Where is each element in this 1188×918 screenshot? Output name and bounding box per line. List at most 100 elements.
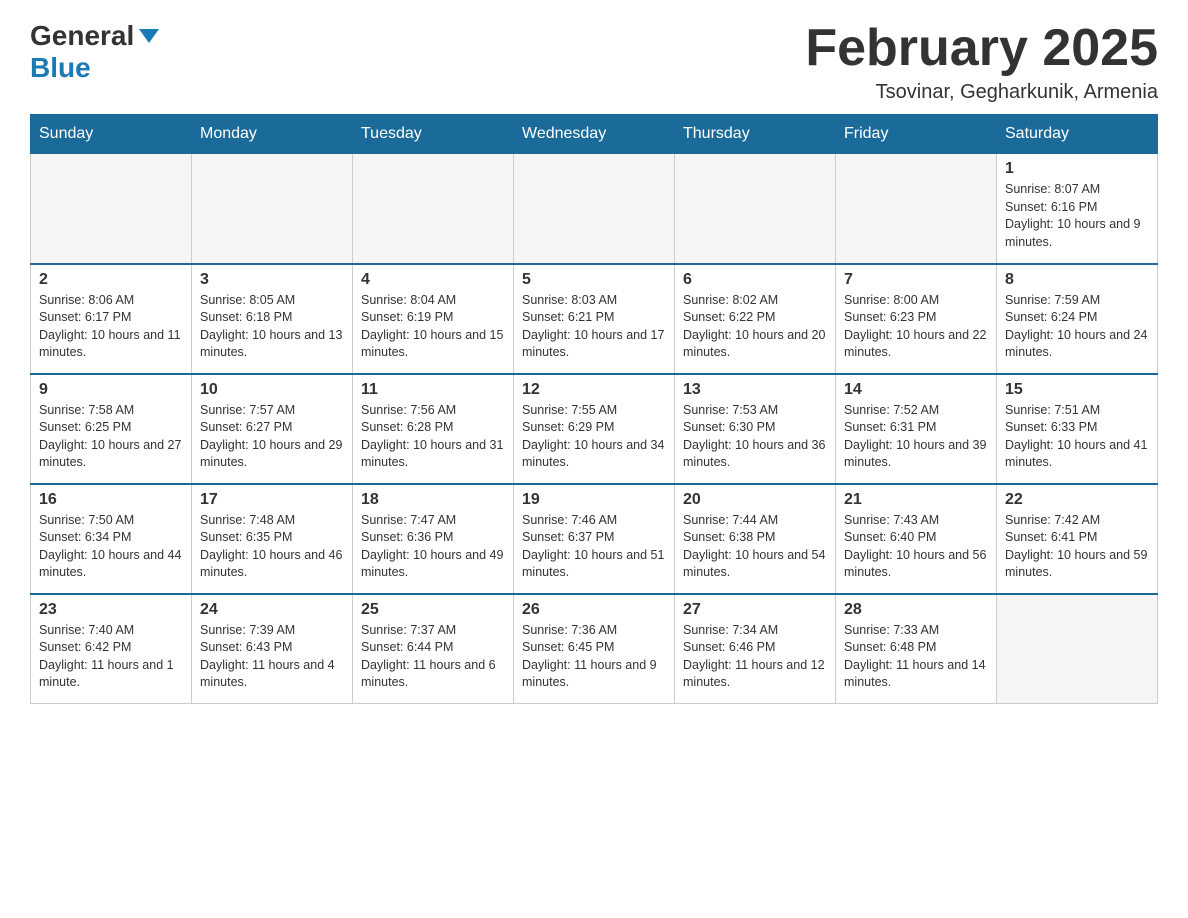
day-number: 18 xyxy=(361,491,505,509)
day-of-week-header: Friday xyxy=(836,115,997,154)
logo-arrow-icon xyxy=(139,29,159,43)
day-info: Sunrise: 7:46 AMSunset: 6:37 PMDaylight:… xyxy=(522,512,666,582)
calendar-cell xyxy=(514,154,675,264)
day-number: 20 xyxy=(683,491,827,509)
day-info: Sunrise: 7:39 AMSunset: 6:43 PMDaylight:… xyxy=(200,622,344,692)
calendar-cell: 11Sunrise: 7:56 AMSunset: 6:28 PMDayligh… xyxy=(353,374,514,484)
day-number: 28 xyxy=(844,601,988,619)
day-of-week-header: Tuesday xyxy=(353,115,514,154)
day-info: Sunrise: 7:50 AMSunset: 6:34 PMDaylight:… xyxy=(39,512,183,582)
day-number: 9 xyxy=(39,381,183,399)
day-number: 17 xyxy=(200,491,344,509)
calendar-cell: 25Sunrise: 7:37 AMSunset: 6:44 PMDayligh… xyxy=(353,594,514,704)
calendar-week-row: 23Sunrise: 7:40 AMSunset: 6:42 PMDayligh… xyxy=(31,594,1158,704)
day-number: 27 xyxy=(683,601,827,619)
day-number: 8 xyxy=(1005,271,1149,289)
calendar-cell: 28 Sunrise: 7:33 AMSunset: 6:48 PMDayligh… xyxy=(836,594,997,704)
calendar-cell: 7 Sunrise: 8:00 AMSunset: 6:23 PMDaylight… xyxy=(836,264,997,374)
day-number: 10 xyxy=(200,381,344,399)
logo: General Blue xyxy=(30,20,159,84)
day-number: 16 xyxy=(39,491,183,509)
calendar-week-row: 16 Sunrise: 7:50 AMSunset: 6:34 PMDayligh… xyxy=(31,484,1158,594)
day-info: Sunrise: 8:03 AMSunset: 6:21 PMDaylight:… xyxy=(522,292,666,362)
page-header: General Blue February 2025 Tsovinar, Geg… xyxy=(30,20,1158,104)
day-number: 6 xyxy=(683,271,827,289)
day-number: 12 xyxy=(522,381,666,399)
logo-general: General xyxy=(30,20,134,52)
calendar-cell xyxy=(997,594,1158,704)
day-info: Sunrise: 8:00 AMSunset: 6:23 PMDaylight:… xyxy=(844,292,988,362)
day-number: 22 xyxy=(1005,491,1149,509)
day-info: Sunrise: 7:33 AMSunset: 6:48 PMDaylight:… xyxy=(844,622,988,692)
day-info: Sunrise: 7:52 AMSunset: 6:31 PMDaylight:… xyxy=(844,402,988,472)
calendar-cell: 1Sunrise: 8:07 AMSunset: 6:16 PMDaylight… xyxy=(997,154,1158,264)
calendar-cell: 19 Sunrise: 7:46 AMSunset: 6:37 PMDayligh… xyxy=(514,484,675,594)
calendar-cell: 15 Sunrise: 7:51 AMSunset: 6:33 PMDayligh… xyxy=(997,374,1158,484)
day-number: 13 xyxy=(683,381,827,399)
calendar-cell: 20 Sunrise: 7:44 AMSunset: 6:38 PMDayligh… xyxy=(675,484,836,594)
day-of-week-header: Thursday xyxy=(675,115,836,154)
day-info: Sunrise: 7:43 AMSunset: 6:40 PMDaylight:… xyxy=(844,512,988,582)
calendar-cell: 3 Sunrise: 8:05 AMSunset: 6:18 PMDaylight… xyxy=(192,264,353,374)
calendar-cell: 24 Sunrise: 7:39 AMSunset: 6:43 PMDayligh… xyxy=(192,594,353,704)
calendar-cell: 26Sunrise: 7:36 AMSunset: 6:45 PMDayligh… xyxy=(514,594,675,704)
day-of-week-header: Monday xyxy=(192,115,353,154)
calendar-cell: 4 Sunrise: 8:04 AMSunset: 6:19 PMDaylight… xyxy=(353,264,514,374)
day-of-week-header: Sunday xyxy=(31,115,192,154)
day-number: 4 xyxy=(361,271,505,289)
calendar-cell: 22 Sunrise: 7:42 AMSunset: 6:41 PMDayligh… xyxy=(997,484,1158,594)
day-info: Sunrise: 7:47 AMSunset: 6:36 PMDaylight:… xyxy=(361,512,505,582)
day-info: Sunrise: 7:59 AMSunset: 6:24 PMDaylight:… xyxy=(1005,292,1149,362)
day-info: Sunrise: 7:57 AMSunset: 6:27 PMDaylight:… xyxy=(200,402,344,472)
day-number: 1 xyxy=(1005,160,1149,178)
calendar-cell: 27Sunrise: 7:34 AMSunset: 6:46 PMDayligh… xyxy=(675,594,836,704)
calendar-cell: 9 Sunrise: 7:58 AMSunset: 6:25 PMDaylight… xyxy=(31,374,192,484)
calendar-cell xyxy=(675,154,836,264)
day-number: 7 xyxy=(844,271,988,289)
day-info: Sunrise: 7:42 AMSunset: 6:41 PMDaylight:… xyxy=(1005,512,1149,582)
calendar-cell: 6Sunrise: 8:02 AMSunset: 6:22 PMDaylight… xyxy=(675,264,836,374)
day-number: 2 xyxy=(39,271,183,289)
calendar-cell: 16 Sunrise: 7:50 AMSunset: 6:34 PMDayligh… xyxy=(31,484,192,594)
day-info: Sunrise: 8:04 AMSunset: 6:19 PMDaylight:… xyxy=(361,292,505,362)
calendar-cell: 14 Sunrise: 7:52 AMSunset: 6:31 PMDayligh… xyxy=(836,374,997,484)
day-info: Sunrise: 7:51 AMSunset: 6:33 PMDaylight:… xyxy=(1005,402,1149,472)
calendar-cell xyxy=(192,154,353,264)
calendar-cell: 23Sunrise: 7:40 AMSunset: 6:42 PMDayligh… xyxy=(31,594,192,704)
calendar-cell xyxy=(353,154,514,264)
month-title: February 2025 xyxy=(805,20,1158,77)
calendar-cell: 21 Sunrise: 7:43 AMSunset: 6:40 PMDayligh… xyxy=(836,484,997,594)
day-number: 14 xyxy=(844,381,988,399)
day-number: 19 xyxy=(522,491,666,509)
calendar-cell: 5 Sunrise: 8:03 AMSunset: 6:21 PMDaylight… xyxy=(514,264,675,374)
day-number: 21 xyxy=(844,491,988,509)
day-info: Sunrise: 7:44 AMSunset: 6:38 PMDaylight:… xyxy=(683,512,827,582)
day-of-week-header: Saturday xyxy=(997,115,1158,154)
day-number: 3 xyxy=(200,271,344,289)
calendar-cell: 10 Sunrise: 7:57 AMSunset: 6:27 PMDayligh… xyxy=(192,374,353,484)
day-number: 26 xyxy=(522,601,666,619)
day-number: 15 xyxy=(1005,381,1149,399)
calendar-cell: 12 Sunrise: 7:55 AMSunset: 6:29 PMDayligh… xyxy=(514,374,675,484)
day-number: 23 xyxy=(39,601,183,619)
calendar-week-row: 2 Sunrise: 8:06 AMSunset: 6:17 PMDaylight… xyxy=(31,264,1158,374)
day-info: Sunrise: 8:05 AMSunset: 6:18 PMDaylight:… xyxy=(200,292,344,362)
logo-blue: Blue xyxy=(30,52,91,84)
title-section: February 2025 Tsovinar, Gegharkunik, Arm… xyxy=(805,20,1158,104)
day-number: 5 xyxy=(522,271,666,289)
location-label: Tsovinar, Gegharkunik, Armenia xyxy=(805,81,1158,104)
day-info: Sunrise: 7:58 AMSunset: 6:25 PMDaylight:… xyxy=(39,402,183,472)
calendar-cell: 8 Sunrise: 7:59 AMSunset: 6:24 PMDaylight… xyxy=(997,264,1158,374)
day-info: Sunrise: 7:55 AMSunset: 6:29 PMDaylight:… xyxy=(522,402,666,472)
day-number: 24 xyxy=(200,601,344,619)
day-info: Sunrise: 7:53 AMSunset: 6:30 PMDaylight:… xyxy=(683,402,827,472)
calendar-cell: 2 Sunrise: 8:06 AMSunset: 6:17 PMDaylight… xyxy=(31,264,192,374)
calendar-cell: 18 Sunrise: 7:47 AMSunset: 6:36 PMDayligh… xyxy=(353,484,514,594)
calendar-cell xyxy=(836,154,997,264)
calendar-cell: 17Sunrise: 7:48 AMSunset: 6:35 PMDayligh… xyxy=(192,484,353,594)
day-info: Sunrise: 8:06 AMSunset: 6:17 PMDaylight:… xyxy=(39,292,183,362)
day-info: Sunrise: 7:56 AMSunset: 6:28 PMDaylight:… xyxy=(361,402,505,472)
day-of-week-header: Wednesday xyxy=(514,115,675,154)
calendar-week-row: 1Sunrise: 8:07 AMSunset: 6:16 PMDaylight… xyxy=(31,154,1158,264)
day-info: Sunrise: 7:37 AMSunset: 6:44 PMDaylight:… xyxy=(361,622,505,692)
